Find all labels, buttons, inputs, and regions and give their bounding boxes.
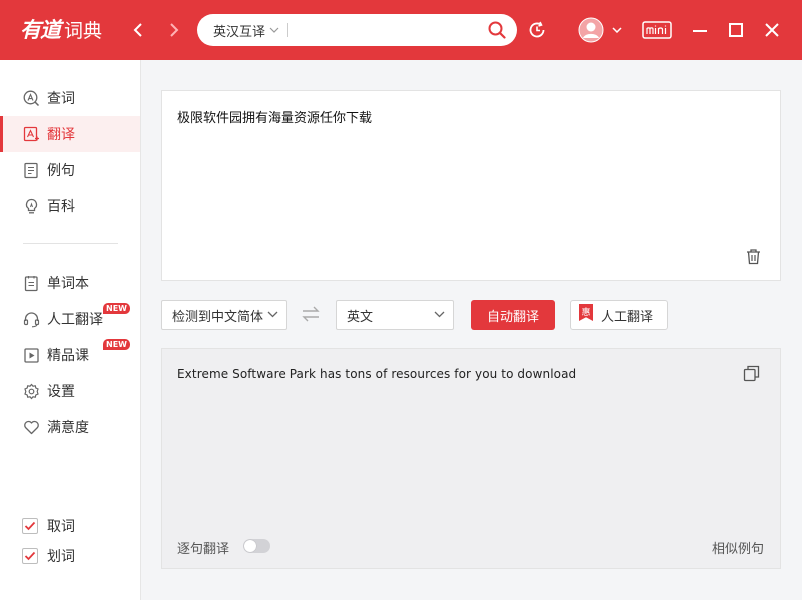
chevron-right-icon xyxy=(170,23,179,37)
search-icon xyxy=(488,21,506,39)
close-icon xyxy=(765,23,779,37)
similar-examples-link[interactable]: 相似例句 xyxy=(712,538,764,557)
sidebar-item-label: 单词本 xyxy=(47,276,89,292)
checkbox-label: 取词 xyxy=(47,519,75,535)
source-language-select[interactable]: 检测到中文简体 xyxy=(161,300,287,330)
headset-icon xyxy=(22,310,40,328)
human-translate-button[interactable]: 惠 人工翻译 xyxy=(570,300,668,330)
sidebar: 查词 翻译 例句 百科 单词本 人工翻译 NEW 精品课 NEW 设置 满意度 … xyxy=(0,60,141,600)
sidebar-item-wordbook[interactable]: 单词本 xyxy=(0,265,140,301)
chevron-down-icon xyxy=(269,27,279,33)
result-text: Extreme Software Park has tons of resour… xyxy=(177,367,577,381)
target-language-label: 英文 xyxy=(347,309,374,325)
sidebar-item-label: 翻译 xyxy=(47,127,75,143)
logo-text: 词典 xyxy=(64,20,103,42)
selection-translate-checkbox[interactable]: 划词 xyxy=(22,544,132,568)
sentence-translate-label: 逐句翻译 xyxy=(177,542,230,557)
logo-mark: 有道 xyxy=(20,17,61,42)
sidebar-item-human-translate[interactable]: 人工翻译 NEW xyxy=(0,301,140,337)
human-translate-label: 人工翻译 xyxy=(601,309,654,325)
search-mode-dropdown[interactable]: 英汉互译 xyxy=(197,14,279,46)
app-logo: 有道 词典 xyxy=(20,14,102,44)
chevron-down-icon xyxy=(267,311,278,318)
checkmark-icon xyxy=(24,551,36,561)
toggle-knob xyxy=(244,540,256,552)
checkmark-icon xyxy=(24,521,36,531)
search-bar: 英汉互译 xyxy=(197,14,517,46)
swap-icon xyxy=(302,306,320,322)
sidebar-item-encyclopedia[interactable]: 百科 xyxy=(0,188,140,224)
sentence-translate-toggle[interactable] xyxy=(243,539,270,553)
forward-button[interactable] xyxy=(162,18,186,42)
chevron-left-icon xyxy=(133,23,142,37)
lookup-icon xyxy=(22,89,40,107)
search-separator xyxy=(287,23,289,37)
target-language-select[interactable]: 英文 xyxy=(336,300,454,330)
source-text: 极限软件园拥有海量资源任你下载 xyxy=(177,111,373,126)
sidebar-item-courses[interactable]: 精品课 NEW xyxy=(0,337,140,373)
auto-translate-button[interactable]: 自动翻译 xyxy=(471,300,555,330)
close-button[interactable] xyxy=(762,20,782,40)
minimize-icon xyxy=(693,30,707,32)
sidebar-item-label: 查词 xyxy=(47,91,75,107)
checkbox-label: 划词 xyxy=(47,549,75,565)
search-mode-label: 英汉互译 xyxy=(213,24,266,40)
back-button[interactable] xyxy=(126,18,150,42)
examples-icon xyxy=(22,161,40,179)
copy-icon xyxy=(743,365,760,382)
checkbox xyxy=(22,548,38,564)
sidebar-item-lookup[interactable]: 查词 xyxy=(0,80,140,116)
title-bar: 有道 词典 英汉互译 xyxy=(0,0,802,60)
sidebar-item-translate[interactable]: 翻译 xyxy=(0,116,140,152)
translate-icon xyxy=(22,125,40,143)
video-course-icon xyxy=(22,346,40,364)
trash-icon xyxy=(747,249,760,265)
heart-icon xyxy=(22,418,40,436)
sidebar-divider xyxy=(23,243,118,244)
sidebar-item-examples[interactable]: 例句 xyxy=(0,152,140,188)
maximize-button[interactable] xyxy=(726,20,746,40)
swap-languages-button[interactable] xyxy=(301,305,321,327)
history-button[interactable] xyxy=(526,19,548,41)
search-input[interactable] xyxy=(298,14,477,46)
checkbox xyxy=(22,518,38,534)
translation-result-area: Extreme Software Park has tons of resour… xyxy=(161,348,781,569)
chevron-down-icon xyxy=(434,311,445,318)
new-badge: NEW xyxy=(103,303,130,314)
mini-mode-button[interactable] xyxy=(642,19,672,41)
user-menu-button[interactable] xyxy=(610,24,624,36)
minimize-button[interactable] xyxy=(690,20,710,40)
sidebar-item-label: 精品课 xyxy=(47,348,89,364)
search-button[interactable] xyxy=(477,14,517,46)
sidebar-item-label: 百科 xyxy=(47,199,75,215)
lightbulb-icon xyxy=(22,197,40,215)
avatar-icon xyxy=(578,17,604,43)
discount-badge: 惠 xyxy=(579,304,593,321)
maximize-icon xyxy=(729,23,743,37)
chevron-down-icon xyxy=(612,27,622,33)
mini-icon xyxy=(642,21,672,39)
sidebar-item-settings[interactable]: 设置 xyxy=(0,373,140,409)
copy-button[interactable] xyxy=(743,365,760,386)
source-text-area[interactable]: 极限软件园拥有海量资源任你下载 xyxy=(161,90,781,281)
word-capture-checkbox[interactable]: 取词 xyxy=(22,514,132,538)
clear-button[interactable] xyxy=(745,248,762,269)
new-badge: NEW xyxy=(103,339,130,350)
wordbook-icon xyxy=(22,274,40,292)
sidebar-item-label: 例句 xyxy=(47,163,75,179)
sidebar-item-label: 人工翻译 xyxy=(47,312,103,328)
source-language-label: 检测到中文简体 xyxy=(172,309,264,325)
history-icon xyxy=(529,21,545,38)
sidebar-item-label: 设置 xyxy=(47,384,75,400)
gear-icon xyxy=(22,382,40,400)
user-avatar[interactable] xyxy=(577,16,605,44)
sidebar-item-satisfaction[interactable]: 满意度 xyxy=(0,409,140,445)
sidebar-item-label: 满意度 xyxy=(47,420,89,436)
